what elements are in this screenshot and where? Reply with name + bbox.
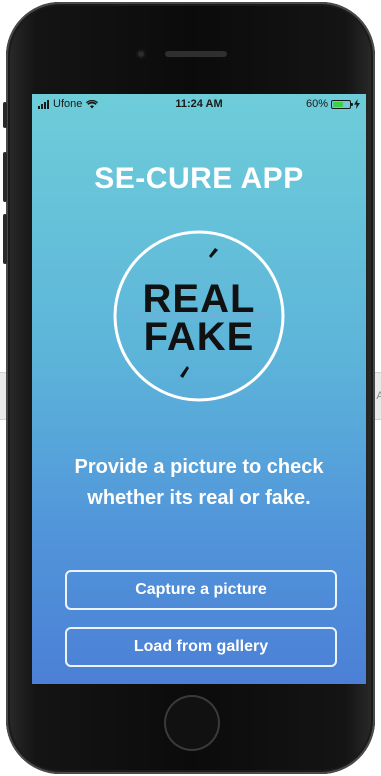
charging-bolt-icon [354, 99, 360, 109]
earpiece-speaker [165, 51, 227, 57]
real-fake-logo: REAL FAKE [113, 230, 285, 402]
phone-frame: Ufone 11:24 AM 60% SE-CURE APP REAL FAKE… [3, 2, 375, 774]
battery-fill [333, 101, 343, 107]
logo-word-fake: FAKE [144, 315, 255, 359]
load-from-gallery-button[interactable]: Load from gallery [65, 627, 337, 667]
instruction-text: Provide a picture to check whether its r… [74, 456, 324, 509]
app-screen: Ufone 11:24 AM 60% SE-CURE APP REAL FAKE… [32, 94, 366, 684]
volume-down-button [3, 214, 7, 264]
capture-picture-button[interactable]: Capture a picture [65, 570, 337, 610]
battery-icon [331, 99, 353, 109]
home-button[interactable] [164, 695, 220, 751]
battery-percent: 60% [305, 98, 328, 110]
volume-up-button [3, 152, 7, 202]
mute-switch [3, 102, 7, 128]
front-camera [136, 49, 146, 59]
status-bar: Ufone 11:24 AM 60% [32, 94, 366, 114]
app-title: SE-CURE APP [94, 162, 304, 195]
